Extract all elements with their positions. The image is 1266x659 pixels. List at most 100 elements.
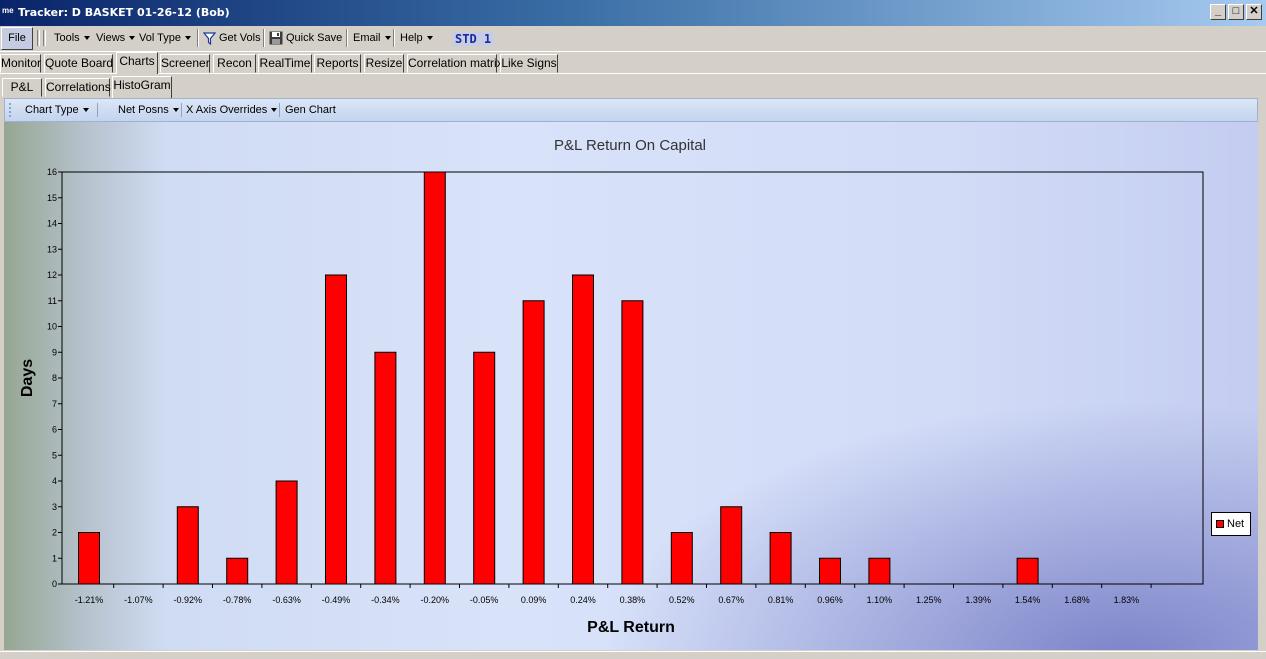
histogram-bar	[176, 506, 199, 585]
chevron-down-icon	[271, 108, 278, 113]
bar-series	[78, 171, 1039, 585]
histogram-bar	[1016, 557, 1039, 585]
x-tick-label: -0.78%	[223, 595, 252, 605]
close-button[interactable]: ✕	[1246, 4, 1262, 20]
x-tick-label: 1.25%	[916, 595, 942, 605]
toolbar-grip[interactable]	[37, 30, 40, 46]
legend-swatch	[1216, 520, 1224, 528]
tab-histogram[interactable]: HistoGram	[112, 76, 172, 98]
file-menu[interactable]: File	[1, 27, 33, 50]
chart-toolbar: Chart Type Net Posns X Axis Overrides Ge…	[4, 98, 1258, 122]
y-tick-label: 6	[52, 425, 57, 435]
histogram-bar	[670, 532, 693, 585]
tab-charts[interactable]: Charts	[116, 52, 158, 74]
tab-like-signs[interactable]: Like Signs	[500, 54, 558, 73]
chevron-down-icon	[82, 108, 89, 113]
histogram-bar	[572, 274, 594, 585]
tab-correlations[interactable]: Correlations	[45, 78, 111, 97]
chevron-down-icon	[129, 36, 136, 41]
x-tick-label: 0.67%	[718, 595, 744, 605]
x-tick-label: 0.81%	[768, 595, 794, 605]
help-menu[interactable]: Help	[400, 26, 433, 50]
tab-reports[interactable]: Reports	[314, 54, 361, 73]
y-tick-label: 5	[52, 450, 57, 460]
x-tick-label: -0.34%	[371, 595, 400, 605]
menu-separator	[263, 29, 265, 47]
get-vols-button[interactable]: Get Vols	[203, 26, 261, 50]
x-tick-label: 1.83%	[1114, 595, 1140, 605]
histogram-bar	[720, 506, 743, 585]
views-menu-label: Views	[96, 32, 126, 44]
x-axis-overrides-label: X Axis Overrides	[186, 104, 268, 116]
histogram-bar	[226, 557, 249, 585]
legend-label: Net	[1227, 518, 1245, 530]
gen-chart-button[interactable]: Gen Chart	[285, 99, 336, 121]
histogram-bar	[473, 351, 496, 585]
tab-recon[interactable]: Recon	[213, 54, 256, 73]
tab-pnl[interactable]: P&L	[2, 78, 42, 97]
menu-separator	[393, 29, 395, 47]
status-bar	[0, 651, 1266, 659]
get-vols-label: Get Vols	[219, 32, 261, 44]
x-tick-label: 0.52%	[669, 595, 695, 605]
x-tick-label: -1.21%	[75, 595, 104, 605]
y-tick-label: 13	[47, 244, 57, 254]
y-axis-label: Days	[19, 359, 36, 397]
toolbar-grip-2[interactable]	[43, 30, 46, 46]
vol-type-menu[interactable]: Vol Type	[139, 26, 191, 50]
help-menu-label: Help	[400, 32, 423, 44]
y-tick-label: 2	[52, 528, 57, 538]
x-tick-label: -1.07%	[124, 595, 153, 605]
views-menu[interactable]: Views	[96, 26, 136, 50]
net-posns-label: Net Posns	[118, 104, 169, 116]
floppy-disk-icon	[269, 31, 283, 45]
email-menu-label: Email	[353, 32, 381, 44]
x-tick-label: -0.05%	[470, 595, 499, 605]
chevron-down-icon	[172, 108, 179, 113]
quick-save-label: Quick Save	[286, 32, 343, 44]
y-tick-label: 12	[47, 270, 57, 280]
window-controls: _ □ ✕	[1210, 4, 1262, 20]
chart-type-label: Chart Type	[25, 104, 79, 116]
quick-save-button[interactable]: Quick Save	[269, 26, 342, 50]
x-tick-label: 1.39%	[965, 595, 991, 605]
tab-screener[interactable]: Screener	[160, 54, 210, 73]
x-tick-label: 0.09%	[521, 595, 547, 605]
chart-type-menu[interactable]: Chart Type	[25, 99, 89, 121]
tab-resize[interactable]: Resize	[364, 54, 404, 73]
email-menu[interactable]: Email	[353, 26, 391, 50]
toolbar-separator	[279, 103, 280, 117]
sub-tab-strip: P&L Correlations HistoGram	[0, 76, 1266, 98]
window-title: Tracker: D BASKET 01-26-12 (Bob)	[18, 6, 230, 19]
x-tick-label: 0.38%	[620, 595, 646, 605]
histogram-bar	[325, 274, 347, 585]
x-tick-label: 1.10%	[867, 595, 893, 605]
tab-realtime[interactable]: RealTime	[258, 54, 312, 73]
x-axis: -1.21% -1.07% -0.92% -0.78% -0.63% -0.49% -0.3…	[75, 584, 1152, 605]
tools-menu[interactable]: Tools	[54, 26, 90, 50]
y-tick-label: 16	[47, 167, 57, 177]
x-tick-label: 0.96%	[817, 595, 843, 605]
tab-monitor[interactable]: Monitor	[0, 54, 41, 73]
tab-quote-board[interactable]: Quote Board	[44, 54, 113, 73]
y-tick-label: 14	[47, 219, 57, 229]
minimize-button[interactable]: _	[1210, 4, 1226, 20]
histogram-bar	[819, 557, 841, 585]
histogram-bar	[769, 532, 792, 585]
x-tick-label: -0.92%	[174, 595, 203, 605]
histogram-chart: P&L Return On Capital 0 1 2 3 4 5 6 7 8 9 10 11 12 13…	[4, 122, 1258, 650]
y-axis: 012345678910111213141516	[47, 167, 62, 589]
menu-bar: File Tools Views Vol Type Get Vols Quick…	[0, 26, 1266, 52]
chart-legend: Net	[1211, 512, 1251, 536]
tab-correlation-matrix[interactable]: Correlation matrix	[407, 54, 503, 73]
net-posns-menu[interactable]: Net Posns	[118, 99, 179, 121]
std-badge: STD 1	[452, 32, 495, 46]
y-tick-label: 1	[52, 553, 57, 563]
y-tick-label: 4	[52, 476, 57, 486]
app-window: me Tracker: D BASKET 01-26-12 (Bob) _ □ …	[0, 0, 1266, 659]
x-axis-overrides-menu[interactable]: X Axis Overrides	[186, 99, 278, 121]
chevron-down-icon	[384, 36, 391, 41]
title-bar[interactable]: me Tracker: D BASKET 01-26-12 (Bob) _ □ …	[0, 0, 1266, 26]
toolbar-grip[interactable]	[9, 103, 12, 117]
maximize-button[interactable]: □	[1228, 4, 1244, 20]
